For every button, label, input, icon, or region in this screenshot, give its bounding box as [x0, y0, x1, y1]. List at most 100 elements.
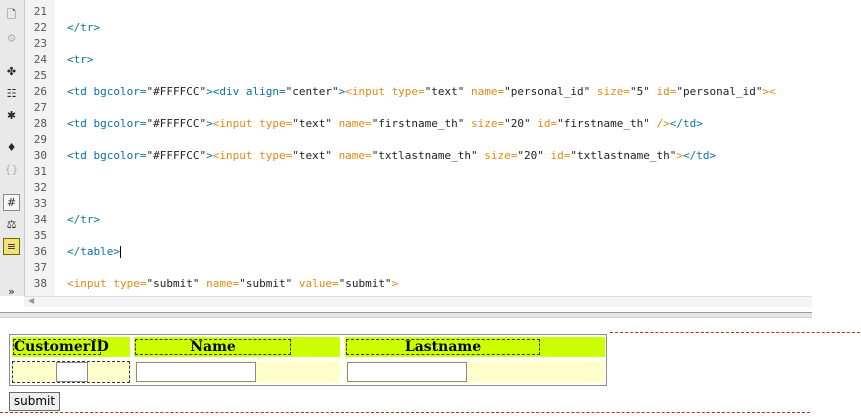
- line-number: 31: [33, 165, 47, 178]
- code-token: id=: [550, 149, 571, 162]
- cell-personal-id[interactable]: [12, 361, 130, 383]
- line-number: 21: [33, 5, 47, 18]
- code-token: </tr>: [67, 21, 101, 34]
- syntax-coloring-icon[interactable]: ≡: [3, 238, 20, 255]
- code-token: "#FFFFCC": [146, 149, 207, 162]
- line-number: 33: [33, 197, 47, 210]
- code-token: >: [206, 117, 213, 130]
- select-parent-tag-icon[interactable]: ☷: [3, 85, 20, 102]
- code-token: size=: [596, 85, 631, 98]
- code-token: "firstname_th": [371, 117, 472, 130]
- code-line[interactable]: </table>: [67, 246, 121, 258]
- lastname-label: Lastname: [346, 339, 540, 355]
- expand-all-icon[interactable]: ✤: [3, 63, 20, 80]
- cell-lastname[interactable]: [345, 361, 605, 383]
- code-token: <div: [212, 85, 246, 98]
- code-lines[interactable]: </tr> <tr> <td bgcolor="#FFFFCC"><div alig…: [67, 0, 812, 296]
- code-line[interactable]: <tr>: [67, 54, 94, 66]
- line-number: 22: [33, 21, 47, 34]
- line-number: 37: [33, 261, 47, 274]
- line-number: 30: [33, 149, 47, 162]
- personal-id-input[interactable]: [56, 362, 88, 382]
- line-number-gutter: 20 21 22 23 24 25 26 27 28 29 30 31 32 33 34 35 36 37 38: [25, 0, 55, 296]
- code-token: "personal_id": [676, 85, 763, 98]
- code-token: type=: [259, 117, 293, 130]
- code-token: type=: [391, 85, 425, 98]
- code-token: "text": [292, 149, 339, 162]
- form-boundary-bottom: [0, 412, 810, 413]
- code-token: type=: [259, 149, 293, 162]
- line-numbers-icon[interactable]: #: [3, 194, 20, 211]
- code-token: "txtlastname_th": [371, 149, 485, 162]
- code-token: "#FFFFCC": [146, 117, 207, 130]
- highlight-invalid-code-icon[interactable]: ⚖: [3, 216, 20, 233]
- code-token: type=: [113, 277, 147, 290]
- form-boundary-top: [610, 332, 860, 333]
- code-line[interactable]: <input type="submit" name="submit" value…: [67, 278, 398, 290]
- code-token: "submit": [338, 277, 392, 290]
- line-number: 36: [33, 245, 47, 258]
- code-token: "text": [292, 117, 339, 130]
- code-token: "personal_id": [504, 85, 597, 98]
- settings-icon[interactable]: ⚙: [3, 30, 20, 47]
- code-line[interactable]: <td bgcolor="#FFFFCC"><div align="center…: [67, 86, 776, 98]
- header-cell-name[interactable]: Name: [134, 337, 340, 357]
- name-label: Name: [135, 339, 291, 355]
- code-token: "20": [504, 117, 538, 130]
- firstname-input[interactable]: [136, 362, 256, 382]
- code-token: "firstname_th": [557, 117, 657, 130]
- code-token: <input: [212, 117, 260, 130]
- customerid-label: CustomerID: [13, 339, 109, 355]
- line-number: 25: [33, 69, 47, 82]
- cell-firstname[interactable]: [134, 361, 340, 383]
- submit-button[interactable]: submit: [9, 392, 60, 411]
- code-token: bgcolor=: [93, 149, 147, 162]
- lastname-input[interactable]: [347, 362, 467, 382]
- code-token: </tr>: [67, 213, 101, 226]
- line-number: 27: [33, 101, 47, 114]
- code-token: "5": [630, 85, 657, 98]
- code-token: >: [391, 277, 399, 290]
- line-number: 35: [33, 229, 47, 242]
- code-token: name=: [206, 277, 240, 290]
- code-token: ><: [762, 85, 776, 98]
- header-cell-customerid[interactable]: CustomerID: [12, 337, 130, 357]
- horizontal-scrollbar[interactable]: ◀: [24, 296, 812, 307]
- line-number: 29: [33, 133, 47, 146]
- line-number: 38: [33, 277, 47, 290]
- balance-braces-icon[interactable]: ✱: [3, 107, 20, 124]
- line-number: 32: [33, 181, 47, 194]
- code-token: id=: [537, 117, 558, 130]
- code-token: </table>: [67, 245, 120, 258]
- coding-toolbar: 🗋 ⚙ ✤ ☷ ✱ ♦ {} # ⚖ ≡ »: [0, 0, 25, 296]
- line-number: 28: [33, 117, 47, 130]
- code-token: "submit": [146, 277, 207, 290]
- line-number: 34: [33, 213, 47, 226]
- customer-table[interactable]: CustomerID Name Lastname: [9, 334, 607, 386]
- code-token: </td>: [683, 149, 717, 162]
- code-line[interactable]: </tr>: [67, 214, 100, 226]
- code-token: </td>: [669, 117, 703, 130]
- scroll-left-icon[interactable]: ◀: [28, 296, 34, 305]
- code-token: "submit": [239, 277, 299, 290]
- code-line[interactable]: <td bgcolor="#FFFFCC"><input type="text"…: [67, 118, 703, 130]
- code-token: "#FFFFCC": [146, 85, 207, 98]
- text-cursor: [119, 246, 121, 258]
- wrap-tag-icon[interactable]: {}: [3, 161, 20, 178]
- code-view[interactable]: 🗋 ⚙ ✤ ☷ ✱ ♦ {} # ⚖ ≡ » 20212223242526272…: [0, 0, 812, 296]
- code-token: <input: [67, 277, 114, 290]
- line-number: 24: [33, 53, 47, 66]
- collapse-icon[interactable]: ♦: [3, 139, 20, 156]
- more-chevron-icon[interactable]: »: [3, 283, 20, 296]
- code-token: <input: [212, 149, 260, 162]
- header-cell-lastname[interactable]: Lastname: [345, 337, 605, 357]
- code-line[interactable]: </tr>: [67, 22, 100, 34]
- open-document-icon[interactable]: 🗋: [3, 6, 20, 23]
- code-token: <td: [67, 85, 94, 98]
- line-number: 20: [25, 0, 47, 2]
- code-line[interactable]: <td bgcolor="#FFFFCC"><input type="text"…: [67, 150, 716, 162]
- code-token: >: [206, 149, 213, 162]
- code-token: "txtlastname_th": [570, 149, 677, 162]
- design-view: CustomerID Name Lastname submit: [0, 318, 861, 419]
- code-token: name=: [338, 117, 372, 130]
